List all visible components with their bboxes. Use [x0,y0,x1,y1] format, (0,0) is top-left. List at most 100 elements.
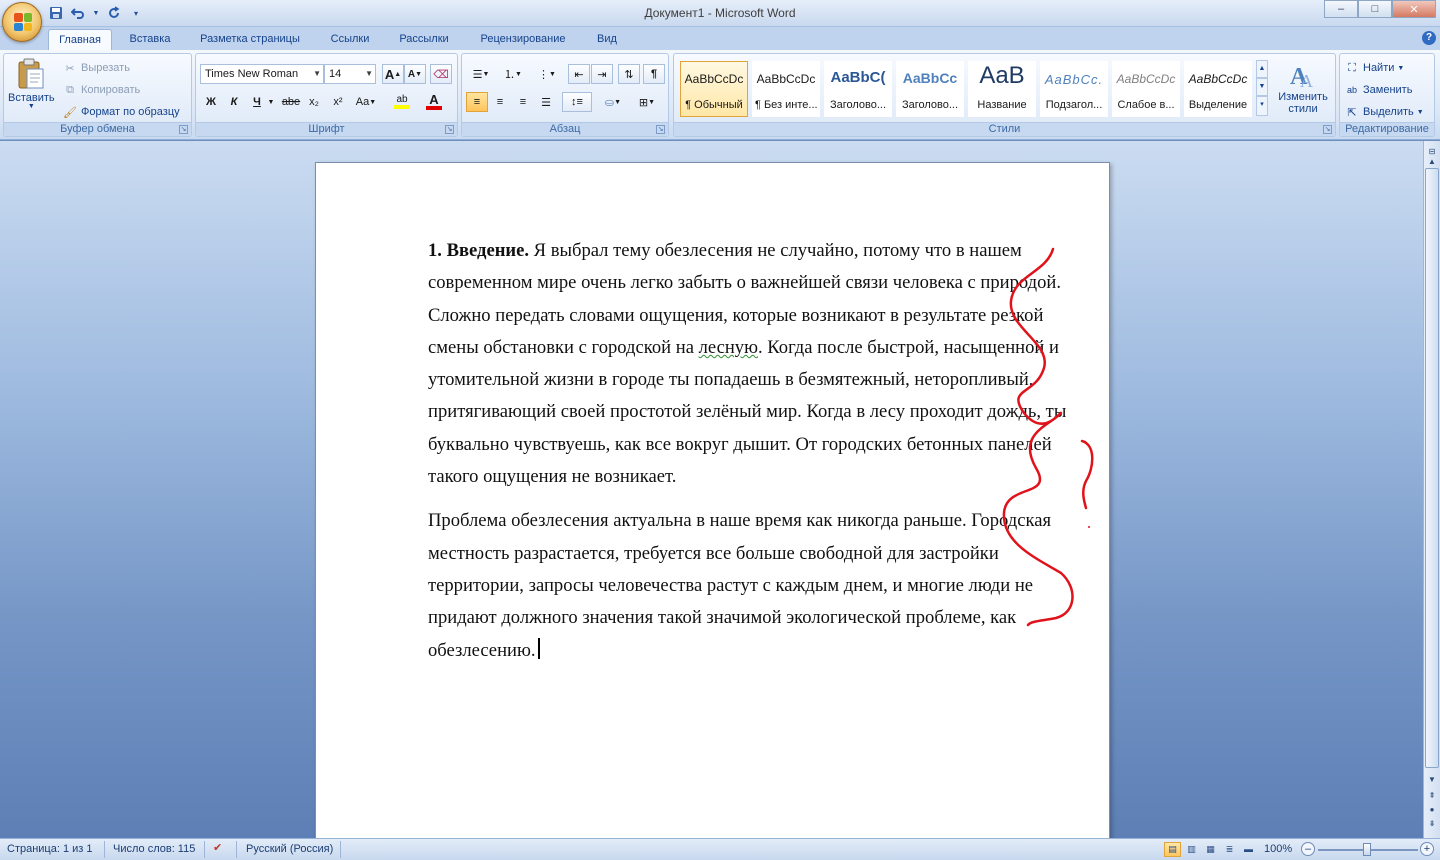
status-bar: Страница: 1 из 1 Число слов: 115 ✔ Русск… [0,838,1440,860]
tab-home[interactable]: Главная [48,29,112,50]
bold-button[interactable]: Ж [200,92,222,112]
help-icon[interactable]: ? [1422,31,1436,45]
change-case-button[interactable]: Aa ▼ [352,92,380,112]
scroll-up-icon[interactable]: ▲ [1426,155,1438,169]
document-workspace: 1. Введение. Я выбрал тему обезлесения н… [0,141,1423,838]
close-button[interactable]: ✕ [1392,0,1436,18]
tab-mailings[interactable]: Рассылки [390,29,458,50]
style-subtitle[interactable]: AaBbCc. Подзагол... [1040,61,1108,117]
section-heading: 1. Введение. [428,240,530,261]
sort-button[interactable]: ⇅ [618,64,640,84]
styles-more-icon[interactable]: ▾ [1256,96,1268,116]
italic-button[interactable]: К [223,92,245,112]
show-marks-button[interactable]: ¶ [643,64,665,84]
full-screen-reading-icon[interactable]: ▥ [1183,842,1200,857]
underline-button[interactable]: Ч [246,92,268,112]
line-spacing-button[interactable]: ↕≡ [562,92,592,112]
tab-page-layout[interactable]: Разметка страницы [190,29,310,50]
align-center-button[interactable]: ≡ [489,92,511,112]
minimize-button[interactable]: – [1324,0,1358,18]
style-sample: AaBbCc. [1044,72,1104,87]
style-name: Заголово... [901,99,959,111]
document-page[interactable]: 1. Введение. Я выбрал тему обезлесения н… [315,162,1110,838]
style-heading-2[interactable]: AaBbCc Заголово... [896,61,964,117]
styles-launcher-icon[interactable]: ↘ [1323,125,1332,134]
increase-indent-button[interactable]: ⇥ [591,64,613,84]
zoom-in-icon[interactable]: + [1420,842,1434,856]
outline-view-icon[interactable]: ≣ [1221,842,1238,857]
vertical-scrollbar[interactable]: ⊟ ▲ ▼ ⇞ ● ⇟ [1423,141,1440,838]
style-name: ¶ Без инте... [755,99,817,111]
format-painter-button[interactable]: 🖌 Формат по образцу [62,104,180,120]
style-normal[interactable]: AaBbCcDc ¶ Обычный [680,61,748,117]
previous-page-icon[interactable]: ⇞ [1426,789,1438,803]
cut-button[interactable]: ✂ Вырезать [62,60,130,76]
font-size-value: 14 [329,68,342,80]
styles-scroll-down-icon[interactable]: ▼ [1256,78,1268,96]
subscript-button[interactable]: x₂ [303,92,325,112]
superscript-button[interactable]: x² [327,92,349,112]
tab-references[interactable]: Ссылки [320,29,380,50]
grow-font-button[interactable]: A ▲ [382,64,404,84]
misspelled-word[interactable]: лесную [699,337,758,358]
font-size-combo[interactable]: 14 ▼ [324,64,376,84]
justify-button[interactable]: ☰ [535,92,557,112]
align-left-button[interactable]: ≡ [466,92,488,112]
find-button[interactable]: ⛶ Найти ▼ [1344,60,1404,76]
web-layout-icon[interactable]: ▦ [1202,842,1219,857]
zoom-out-icon[interactable]: – [1301,842,1315,856]
styles-scroll-up-icon[interactable]: ▲ [1256,60,1268,78]
align-center-icon: ≡ [496,96,504,108]
change-styles-button[interactable]: AA Изменить стили [1274,60,1332,115]
copy-button[interactable]: ⧉ Копировать [62,82,140,98]
scroll-down-icon[interactable]: ▼ [1426,773,1438,787]
style-heading-1[interactable]: AaBbC( Заголово... [824,61,892,117]
highlight-button[interactable]: ab [388,92,416,112]
scrollbar-thumb[interactable] [1425,168,1439,768]
zoom-slider-knob[interactable] [1363,843,1371,856]
style-emphasis[interactable]: AaBbCcDc Выделение [1184,61,1252,117]
tab-review[interactable]: Рецензирование [468,29,578,50]
underline-dropdown-icon[interactable]: ▼ [266,92,276,112]
replace-button[interactable]: ab Заменить [1344,82,1412,98]
font-name-combo[interactable]: Times New Roman ▼ [200,64,324,84]
page-count[interactable]: Страница: 1 из 1 [7,843,93,855]
select-label: Выделить [1363,106,1414,118]
font-color-button[interactable]: A [420,92,448,112]
font-launcher-icon[interactable]: ↘ [445,125,454,134]
language-indicator[interactable]: Русский (Россия) [246,843,333,855]
multilevel-list-button[interactable]: ⋮ ▼ [532,64,562,84]
numbering-button[interactable]: ⒈ ▼ [498,64,528,84]
paragraph-launcher-icon[interactable]: ↘ [656,125,665,134]
maximize-button[interactable]: □ [1358,0,1392,18]
select-button[interactable]: ⇱ Выделить ▼ [1344,104,1423,120]
browse-object-icon[interactable]: ● [1426,803,1438,817]
borders-button[interactable]: ⊞ ▼ [632,92,662,112]
tab-view[interactable]: Вид [588,29,626,50]
style-sample: AaBbCcDc [1188,72,1248,86]
zoom-level[interactable]: 100% [1264,843,1292,855]
document-body[interactable]: 1. Введение. Я выбрал тему обезлесения н… [428,235,1068,667]
tab-insert[interactable]: Вставка [120,29,180,50]
align-right-button[interactable]: ≡ [512,92,534,112]
word-count[interactable]: Число слов: 115 [113,843,195,855]
print-layout-view-icon[interactable]: ▤ [1164,842,1181,857]
draft-view-icon[interactable]: ▬ [1240,842,1257,857]
bullets-button[interactable]: ☰ ▼ [466,64,496,84]
title-bar: ▼ ▾ Документ1 - Microsoft Word – □ ✕ [0,0,1440,27]
style-title[interactable]: AaB Название [968,61,1036,117]
strikethrough-button[interactable]: abe [280,92,302,112]
style-subtle-emphasis[interactable]: AaBbCcDc Слабое в... [1112,61,1180,117]
next-page-icon[interactable]: ⇟ [1426,817,1438,831]
clear-formatting-button[interactable]: ⌫ [430,64,452,84]
shading-button[interactable]: ⛀ ▼ [598,92,628,112]
office-logo-icon [14,13,32,31]
clipboard-launcher-icon[interactable]: ↘ [179,125,188,134]
decrease-indent-button[interactable]: ⇤ [568,64,590,84]
style-no-spacing[interactable]: AaBbCcDc ¶ Без инте... [752,61,820,117]
spelling-check-icon[interactable]: ✔ [213,841,222,854]
paste-button[interactable]: Вставить ▼ [8,58,55,110]
office-button[interactable] [2,2,42,42]
shrink-font-button[interactable]: A ▼ [404,64,426,84]
paragraph-intro: 1. Введение. Я выбрал тему обезлесения н… [428,235,1068,493]
